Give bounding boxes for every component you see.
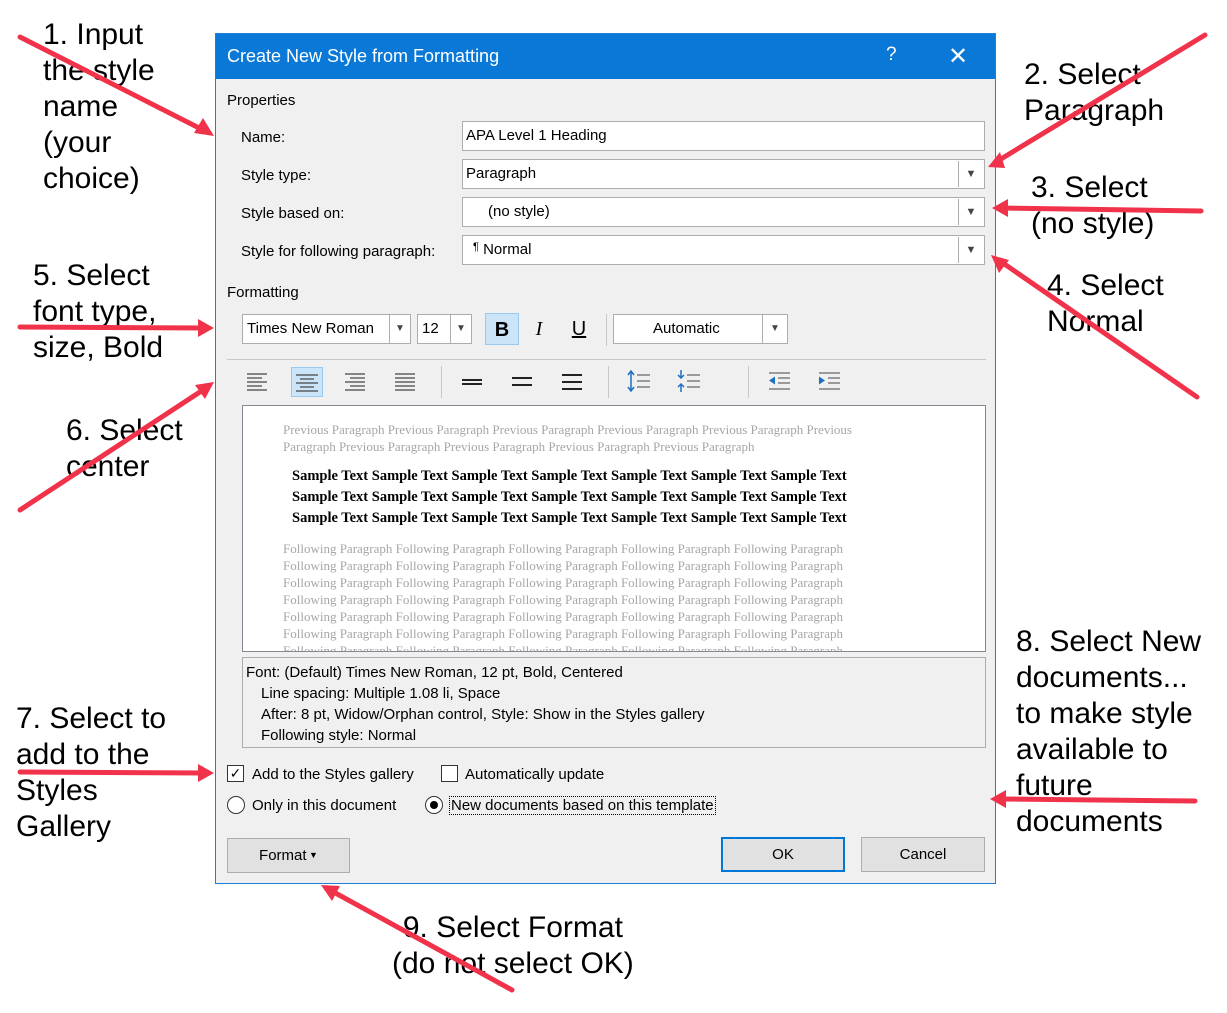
- arrow-step-4: [997, 258, 1200, 400]
- arrow-step-1: [17, 34, 208, 134]
- arrow-step-8: [997, 796, 1198, 804]
- arrowhead-icon: [992, 199, 1008, 217]
- arrowhead-icon: [198, 319, 214, 337]
- arrow-step-3: [999, 205, 1204, 214]
- arrow-step-5: [17, 324, 208, 331]
- arrowhead-icon: [988, 152, 1005, 168]
- arrow-step-6: [17, 385, 209, 513]
- arrowhead-icon: [198, 764, 214, 782]
- arrow-step-7: [17, 769, 208, 776]
- arrowhead-icon: [990, 790, 1006, 808]
- arrow-step-9: [327, 887, 515, 993]
- annotation-arrows: [17, 32, 1208, 993]
- arrow-step-2: [993, 32, 1208, 165]
